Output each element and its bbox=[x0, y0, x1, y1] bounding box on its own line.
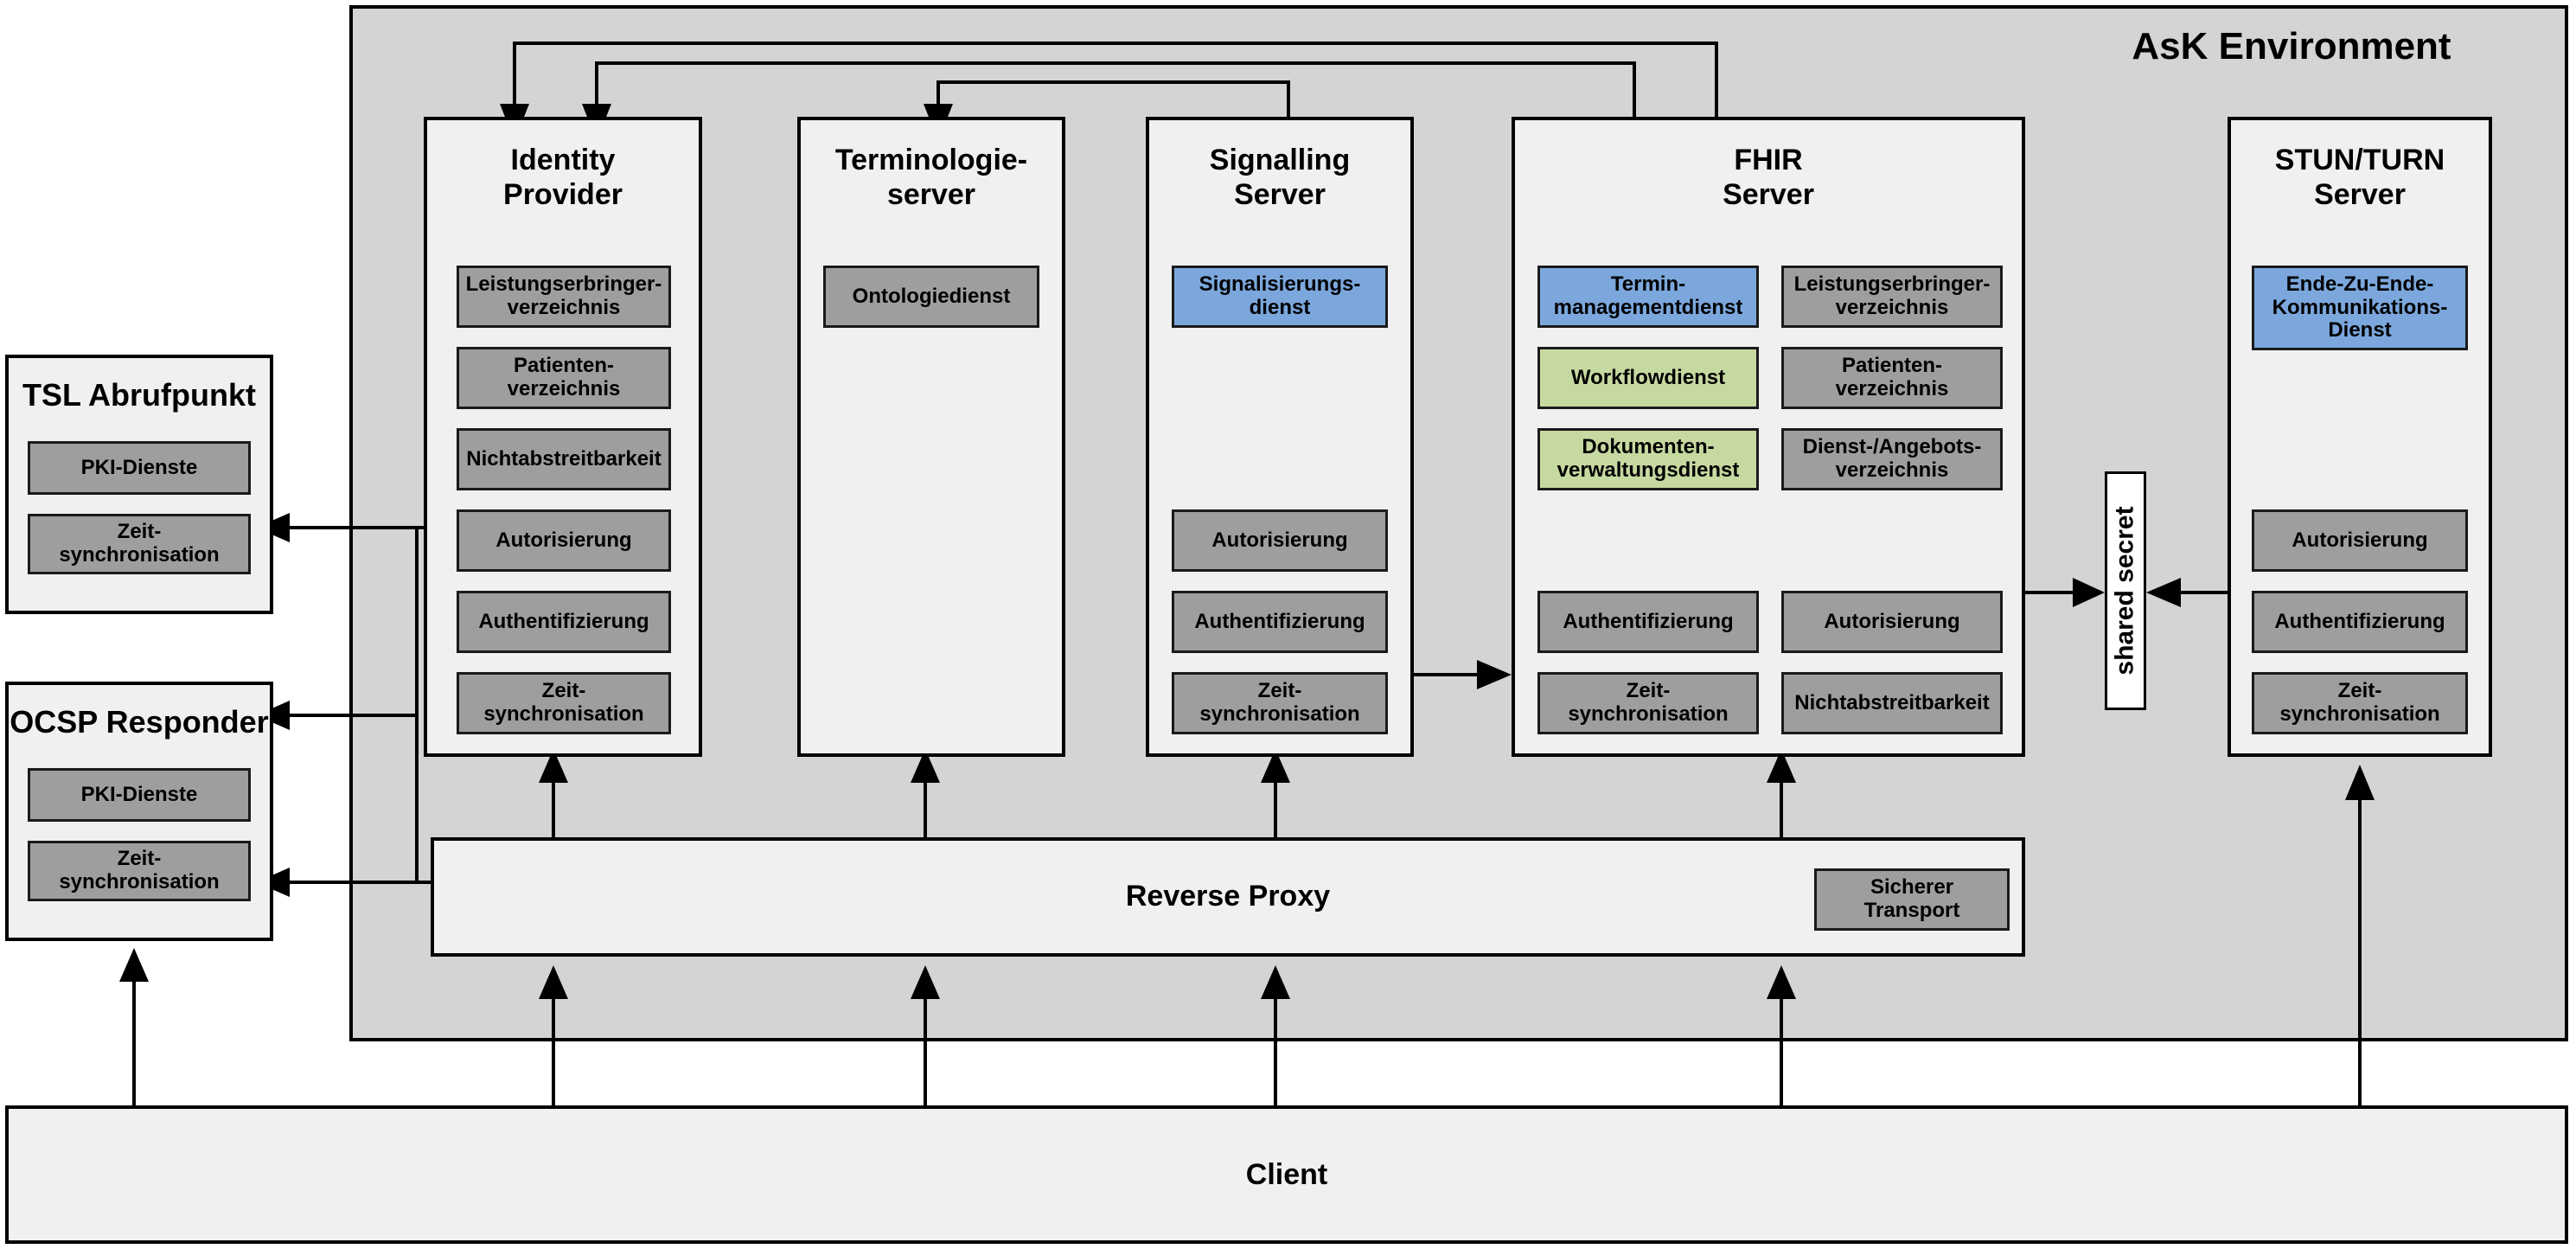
service-box: Termin- managementdienst bbox=[1537, 266, 1759, 328]
service-box: Authentifizierung bbox=[1172, 591, 1388, 653]
shared-secret-label: shared secret bbox=[2111, 506, 2139, 676]
signalling-server-title: Signalling Server bbox=[1209, 144, 1351, 212]
tsl-abrufpunkt-title: TSL Abrufpunkt bbox=[22, 377, 256, 413]
service-box: Leistungserbringer- verzeichnis bbox=[457, 266, 671, 328]
service-box: Leistungserbringer- verzeichnis bbox=[1781, 266, 2003, 328]
service-box: Authentifizierung bbox=[457, 591, 671, 653]
client-title: Client bbox=[1245, 1158, 1328, 1191]
service-box: Signalisierungs- dienst bbox=[1172, 266, 1388, 328]
service-box: PKI-Dienste bbox=[28, 441, 251, 495]
stun-turn-server-box: STUN/TURN Server Ende-Zu-Ende- Kommunika… bbox=[2228, 117, 2492, 757]
ocsp-responder-title: OCSP Responder bbox=[10, 704, 269, 740]
terminologieserver-title: Terminologie- server bbox=[834, 144, 1028, 212]
service-box: Zeit- synchronisation bbox=[2252, 672, 2468, 734]
tsl-abrufpunkt-box: TSL Abrufpunkt PKI-Dienste Zeit- synchro… bbox=[5, 355, 273, 614]
ask-environment-title: AsK Environment bbox=[2132, 25, 2451, 67]
ocsp-responder-box: OCSP Responder PKI-Dienste Zeit- synchro… bbox=[5, 682, 273, 941]
service-box: Zeit- synchronisation bbox=[1172, 672, 1388, 734]
service-box: PKI-Dienste bbox=[28, 768, 251, 822]
shared-secret-box: shared secret bbox=[2105, 471, 2146, 710]
service-box: Workflowdienst bbox=[1537, 347, 1759, 409]
service-box: Autorisierung bbox=[457, 509, 671, 572]
service-box: Zeit- synchronisation bbox=[28, 841, 251, 901]
service-box: Authentifizierung bbox=[2252, 591, 2468, 653]
service-box: Zeit- synchronisation bbox=[457, 672, 671, 734]
service-box: Autorisierung bbox=[1172, 509, 1388, 572]
service-box: Nichtabstreitbarkeit bbox=[457, 428, 671, 490]
service-box: Ontologiedienst bbox=[823, 266, 1039, 328]
stun-turn-server-title: STUN/TURN Server bbox=[2274, 144, 2445, 212]
service-box: Autorisierung bbox=[1781, 591, 2003, 653]
service-box: Authentifizierung bbox=[1537, 591, 1759, 653]
reverse-proxy-box: Reverse Proxy Sicherer Transport bbox=[431, 837, 2025, 957]
service-box: Dokumenten- verwaltungsdienst bbox=[1537, 428, 1759, 490]
service-box: Sicherer Transport bbox=[1814, 868, 2010, 931]
fhir-server-box: FHIR Server Termin- managementdienst Wor… bbox=[1512, 117, 2025, 757]
client-box: Client bbox=[5, 1105, 2568, 1244]
service-box: Patienten- verzeichnis bbox=[1781, 347, 2003, 409]
identity-provider-title: Identity Provider bbox=[503, 144, 623, 212]
service-box: Zeit- synchronisation bbox=[28, 514, 251, 574]
fhir-server-title: FHIR Server bbox=[1723, 144, 1814, 212]
signalling-server-box: Signalling Server Signalisierungs- diens… bbox=[1146, 117, 1414, 757]
service-box: Zeit- synchronisation bbox=[1537, 672, 1759, 734]
reverse-proxy-title: Reverse Proxy bbox=[1125, 880, 1331, 913]
architecture-diagram: AsK Environment TSL Abrufpunkt PKI-Diens… bbox=[0, 0, 2576, 1249]
service-box: Patienten- verzeichnis bbox=[457, 347, 671, 409]
service-box: Ende-Zu-Ende- Kommunikations- Dienst bbox=[2252, 266, 2468, 350]
service-box: Autorisierung bbox=[2252, 509, 2468, 572]
terminologieserver-box: Terminologie- server Ontologiedienst bbox=[797, 117, 1065, 757]
service-box: Dienst-/Angebots- verzeichnis bbox=[1781, 428, 2003, 490]
service-box: Nichtabstreitbarkeit bbox=[1781, 672, 2003, 734]
identity-provider-box: Identity Provider Leistungserbringer- ve… bbox=[424, 117, 702, 757]
